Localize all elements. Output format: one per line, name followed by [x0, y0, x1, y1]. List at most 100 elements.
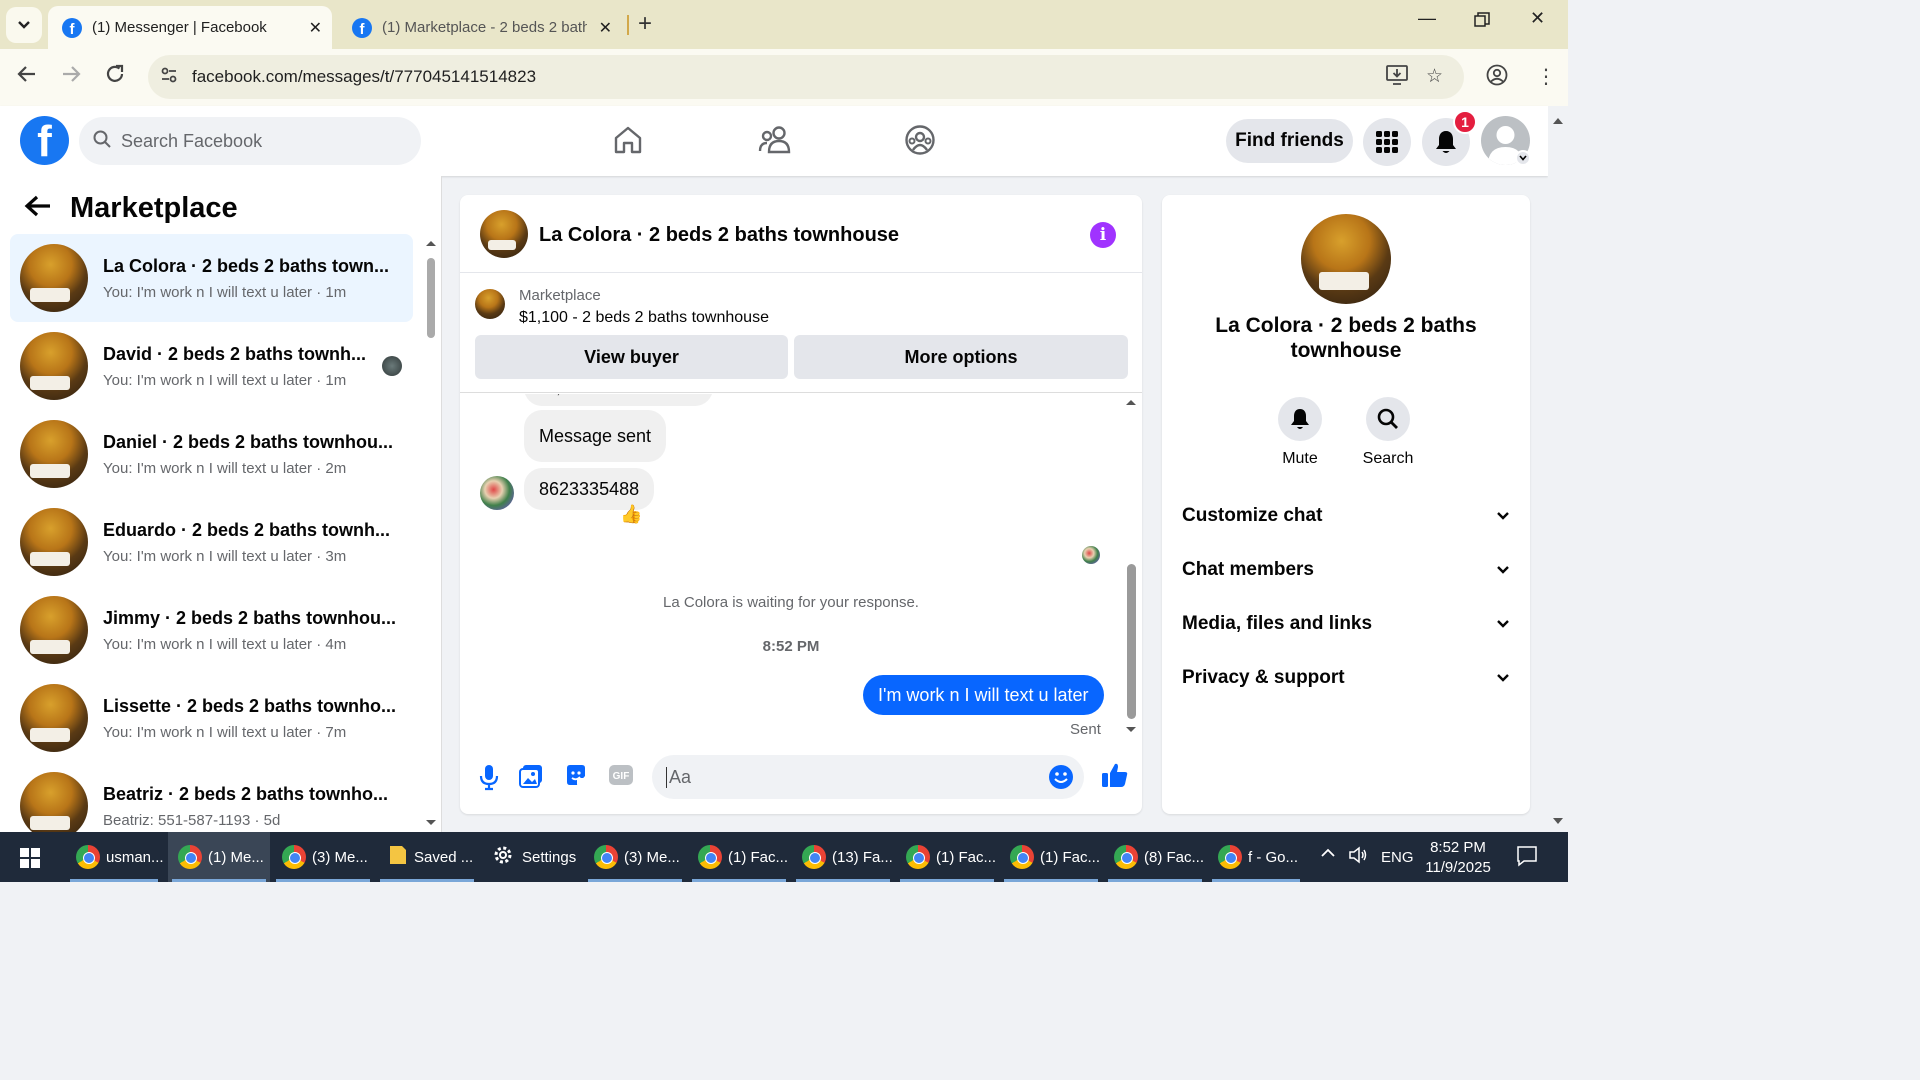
listing-thumbnail	[20, 684, 88, 752]
input-language[interactable]: ENG	[1381, 849, 1414, 866]
close-tab-icon[interactable]: ✕	[309, 18, 322, 38]
search-input[interactable]	[121, 130, 401, 152]
browser-toolbar: facebook.com/messages/t/777045141514823 …	[0, 49, 1568, 106]
conversation-item[interactable]: Lissette · 2 beds 2 baths townho... You:…	[10, 674, 413, 762]
like-thumbs-up-icon[interactable]	[1101, 761, 1129, 794]
listing-title[interactable]: $1,100 - 2 beds 2 baths townhouse	[519, 309, 769, 327]
install-app-icon[interactable]	[1386, 65, 1408, 91]
taskbar-app[interactable]: (3) Me...	[584, 832, 686, 882]
message-input-box[interactable]	[652, 755, 1084, 799]
conversation-list-scrollbar[interactable]	[424, 238, 438, 828]
info-icon[interactable]: i	[1090, 222, 1116, 248]
privacy-support-section[interactable]: Privacy & support	[1182, 658, 1510, 698]
taskbar-app[interactable]: (1) Fac...	[896, 832, 998, 882]
conversation-item[interactable]: Jimmy · 2 beds 2 baths townhou... You: I…	[10, 586, 413, 674]
mute-button[interactable]: Mute	[1260, 397, 1340, 468]
facebook-search[interactable]	[79, 117, 421, 165]
microphone-icon[interactable]	[478, 763, 500, 796]
account-chevron-down-icon[interactable]	[1515, 150, 1531, 166]
marketplace-listing-card: Marketplace $1,100 - 2 beds 2 baths town…	[460, 273, 1142, 393]
conversation-item[interactable]: David · 2 beds 2 baths townh... You: I'm…	[10, 322, 413, 410]
chrome-icon	[906, 845, 930, 869]
chat-title[interactable]: La Colora · 2 beds 2 baths townhouse	[539, 224, 899, 247]
back-arrow-icon[interactable]	[24, 194, 52, 223]
friends-icon[interactable]	[758, 124, 792, 161]
media-files-links-section[interactable]: Media, files and links	[1182, 604, 1510, 644]
tab-messenger[interactable]: f (1) Messenger | Facebook ✕	[48, 6, 332, 49]
taskbar-app-label: Settings	[522, 848, 577, 866]
home-icon[interactable]	[612, 124, 644, 161]
taskbar-app[interactable]: (13) Fa...	[792, 832, 894, 882]
emoji-icon[interactable]	[1048, 764, 1074, 795]
conversation-item[interactable]: Daniel · 2 beds 2 baths townhou... You: …	[10, 410, 413, 498]
address-bar[interactable]: facebook.com/messages/t/777045141514823 …	[148, 55, 1464, 99]
reload-icon[interactable]	[104, 63, 126, 91]
system-clock[interactable]: 8:52 PM 11/9/2025	[1418, 838, 1498, 878]
tab-search-dropdown-icon[interactable]	[6, 7, 42, 43]
site-settings-icon[interactable]	[160, 66, 182, 89]
profile-picture[interactable]	[1301, 214, 1391, 304]
bookmark-star-icon[interactable]: ☆	[1426, 65, 1443, 88]
taskbar-app[interactable]: (1) Fac...	[688, 832, 790, 882]
search-icon	[1366, 397, 1410, 441]
settings-gear-icon	[492, 844, 514, 870]
search-in-chat-button[interactable]: Search	[1348, 397, 1428, 468]
message-input[interactable]	[666, 766, 1036, 788]
restore-icon[interactable]	[1474, 12, 1490, 33]
customize-chat-section[interactable]: Customize chat	[1182, 496, 1510, 536]
close-window-icon[interactable]: ✕	[1530, 8, 1545, 29]
volume-icon[interactable]	[1348, 846, 1368, 868]
taskbar-app-label: (8) Fac...	[1144, 848, 1205, 866]
browser-menu-icon[interactable]: ⋮	[1536, 64, 1556, 89]
left-panel-header: Marketplace	[24, 192, 238, 225]
taskbar-app[interactable]: usman...	[66, 832, 164, 882]
page-scrollbar[interactable]	[1548, 106, 1568, 832]
taskbar-app[interactable]: (3) Me...	[272, 832, 374, 882]
taskbar-app[interactable]: Settings	[480, 832, 582, 882]
chat-members-section[interactable]: Chat members	[1182, 550, 1510, 590]
listing-thumbnail	[20, 420, 88, 488]
menu-grid-icon[interactable]	[1363, 118, 1411, 166]
taskbar-app[interactable]: (8) Fac...	[1104, 832, 1206, 882]
conversation-item[interactable]: Beatriz · 2 beds 2 baths townho... Beatr…	[10, 762, 413, 832]
new-tab-icon[interactable]: +	[638, 10, 652, 38]
tab-marketplace[interactable]: f (1) Marketplace - 2 beds 2 bath ✕	[338, 6, 622, 49]
gif-icon[interactable]: GIF	[608, 763, 634, 792]
read-receipt-avatar	[382, 356, 402, 376]
windows-start-icon[interactable]	[20, 848, 40, 868]
taskbar-app-label: (1) Fac...	[728, 848, 789, 866]
facebook-logo-icon[interactable]: f	[20, 116, 69, 165]
groups-icon[interactable]	[904, 124, 936, 161]
sticker-icon[interactable]	[564, 763, 588, 792]
forward-icon[interactable]	[60, 63, 82, 91]
conversation-preview: You: I'm work n I will text u later · 4m	[103, 635, 347, 653]
close-tab-icon[interactable]: ✕	[599, 18, 612, 38]
view-buyer-button[interactable]: View buyer	[475, 335, 788, 379]
chevron-down-icon	[1496, 505, 1510, 527]
tab-title: (1) Marketplace - 2 beds 2 bath	[382, 19, 587, 36]
conversation-item[interactable]: Eduardo · 2 beds 2 baths townh... You: I…	[10, 498, 413, 586]
notifications-center-icon[interactable]	[1516, 845, 1538, 871]
bell-icon	[1278, 397, 1322, 441]
profile-icon[interactable]	[1486, 64, 1508, 92]
scrollbar-thumb[interactable]	[1127, 564, 1136, 719]
photo-icon[interactable]	[518, 763, 544, 794]
thumbs-up-reaction[interactable]: 👍	[620, 504, 642, 525]
taskbar-app[interactable]: Saved ...	[376, 832, 478, 882]
minimize-icon[interactable]: —	[1418, 8, 1436, 29]
conversation-item[interactable]: La Colora · 2 beds 2 baths town... You: …	[10, 234, 413, 322]
listing-thumbnail	[20, 772, 88, 832]
taskbar-app[interactable]: (1) Me...	[168, 832, 270, 882]
show-hidden-icons-chevron-icon[interactable]	[1320, 846, 1336, 863]
find-friends-button[interactable]: Find friends	[1226, 119, 1353, 163]
taskbar-app-label: (3) Me...	[624, 848, 680, 866]
back-icon[interactable]	[16, 63, 38, 91]
message-scrollbar[interactable]	[1123, 394, 1139, 739]
conversation-preview: You: I'm work n I will text u later · 3m	[103, 547, 347, 565]
chat-avatar[interactable]	[480, 210, 528, 258]
scrollbar-thumb[interactable]	[427, 258, 435, 338]
url-text: facebook.com/messages/t/777045141514823	[192, 67, 537, 86]
taskbar-app[interactable]: (1) Fac...	[1000, 832, 1102, 882]
more-options-button[interactable]: More options	[794, 335, 1128, 379]
taskbar-app[interactable]: f - Go...	[1208, 832, 1304, 882]
